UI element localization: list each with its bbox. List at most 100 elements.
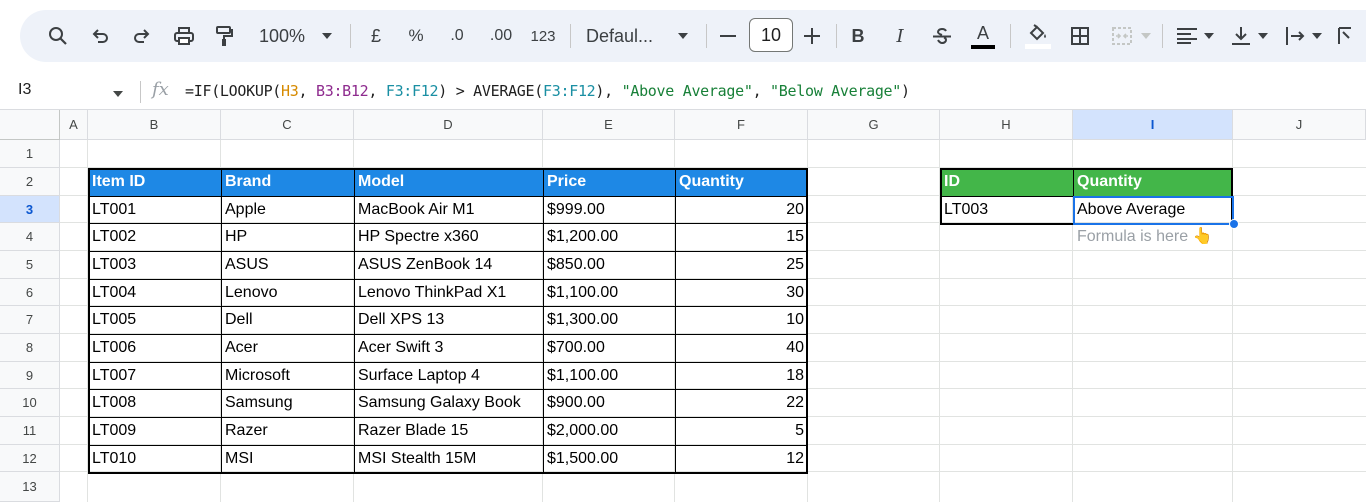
table-header-cell[interactable]: Price [543, 168, 675, 196]
table-cell[interactable]: LT010 [88, 445, 221, 472]
table-cell[interactable]: $700.00 [543, 334, 675, 362]
table-cell[interactable]: ASUS ZenBook 14 [354, 251, 543, 279]
row-header-1[interactable]: 1 [0, 140, 60, 168]
table-cell[interactable]: LT005 [88, 306, 221, 334]
table-cell[interactable]: Dell XPS 13 [354, 306, 543, 334]
row-header-12[interactable]: 12 [0, 445, 60, 472]
select-all-corner[interactable] [0, 110, 60, 140]
percent-format-button[interactable]: % [404, 10, 428, 62]
text-wrapping-dropdown-icon[interactable] [1310, 10, 1324, 62]
table-cell[interactable]: 10 [675, 306, 808, 334]
table-cell[interactable]: 12 [675, 445, 808, 472]
zoom-select[interactable]: 100% [252, 10, 312, 62]
text-color-button[interactable]: A [968, 10, 998, 62]
table-cell[interactable]: Samsung [221, 389, 354, 417]
table-cell[interactable]: 5 [675, 417, 808, 445]
font-family-select[interactable]: Defaul... [586, 10, 664, 62]
search-icon[interactable] [44, 10, 72, 62]
column-header-j[interactable]: J [1233, 110, 1366, 140]
text-wrapping-icon[interactable] [1282, 10, 1308, 62]
column-header-g[interactable]: G [808, 110, 940, 140]
row-header-9[interactable]: 9 [0, 362, 60, 389]
column-header-e[interactable]: E [543, 110, 675, 140]
table-cell[interactable]: Surface Laptop 4 [354, 362, 543, 389]
table-cell[interactable]: 15 [675, 223, 808, 251]
table-cell[interactable]: 25 [675, 251, 808, 279]
horizontal-align-dropdown-icon[interactable] [1202, 10, 1216, 62]
lookup-id-cell[interactable]: LT003 [940, 196, 1073, 223]
font-size-input[interactable]: 10 [749, 18, 793, 52]
table-cell[interactable]: HP [221, 223, 354, 251]
more-options-icon[interactable] [1332, 10, 1358, 62]
table-cell[interactable]: Razer [221, 417, 354, 445]
table-cell[interactable]: Apple [221, 196, 354, 223]
row-header-6[interactable]: 6 [0, 279, 60, 306]
formula-input[interactable]: =IF(LOOKUP(H3, B3:B12, F3:F12) > AVERAGE… [185, 82, 910, 100]
undo-icon[interactable] [86, 10, 114, 62]
decrease-font-size-icon[interactable] [716, 10, 740, 62]
row-header-11[interactable]: 11 [0, 417, 60, 445]
table-cell[interactable]: Samsung Galaxy Book [354, 389, 543, 417]
currency-format-button[interactable]: £ [364, 10, 388, 62]
merge-dropdown-icon[interactable] [1138, 10, 1154, 62]
row-header-2[interactable]: 2 [0, 168, 60, 196]
table-cell[interactable]: HP Spectre x360 [354, 223, 543, 251]
table-cell[interactable]: Acer [221, 334, 354, 362]
table-cell[interactable]: $1,500.00 [543, 445, 675, 472]
table-cell[interactable]: 22 [675, 389, 808, 417]
decrease-decimal-button[interactable]: .0 [442, 10, 472, 62]
italic-button[interactable]: I [888, 10, 912, 62]
vertical-align-dropdown-icon[interactable] [1256, 10, 1270, 62]
table-cell[interactable]: $999.00 [543, 196, 675, 223]
number-format-button[interactable]: 123 [526, 10, 560, 62]
row-header-13[interactable]: 13 [0, 472, 60, 502]
borders-icon[interactable] [1066, 10, 1094, 62]
table-cell[interactable]: LT009 [88, 417, 221, 445]
table-cell[interactable]: Razer Blade 15 [354, 417, 543, 445]
row-header-7[interactable]: 7 [0, 306, 60, 334]
column-header-a[interactable]: A [60, 110, 88, 140]
lookup-header-quantity[interactable]: Quantity [1073, 168, 1233, 196]
horizontal-align-icon[interactable] [1174, 10, 1200, 62]
font-dropdown-icon[interactable] [674, 10, 692, 62]
table-cell[interactable]: 20 [675, 196, 808, 223]
table-header-cell[interactable]: Item ID [88, 168, 221, 196]
table-cell[interactable]: $1,100.00 [543, 362, 675, 389]
table-cell[interactable]: MSI [221, 445, 354, 472]
table-cell[interactable]: Acer Swift 3 [354, 334, 543, 362]
zoom-dropdown-icon[interactable] [318, 10, 336, 62]
table-header-cell[interactable]: Brand [221, 168, 354, 196]
table-cell[interactable]: LT003 [88, 251, 221, 279]
table-cell[interactable]: $900.00 [543, 389, 675, 417]
table-cell[interactable]: $1,200.00 [543, 223, 675, 251]
table-cell[interactable]: Lenovo ThinkPad X1 [354, 279, 543, 306]
table-cell[interactable]: 18 [675, 362, 808, 389]
table-cell[interactable]: LT007 [88, 362, 221, 389]
table-cell[interactable]: 40 [675, 334, 808, 362]
column-header-h[interactable]: H [940, 110, 1073, 140]
table-cell[interactable]: LT001 [88, 196, 221, 223]
row-header-4[interactable]: 4 [0, 223, 60, 251]
vertical-align-icon[interactable] [1228, 10, 1254, 62]
row-header-3[interactable]: 3 [0, 196, 60, 223]
column-header-c[interactable]: C [221, 110, 354, 140]
table-cell[interactable]: Microsoft [221, 362, 354, 389]
lookup-result-cell[interactable]: Above Average [1073, 196, 1233, 223]
column-header-b[interactable]: B [88, 110, 221, 140]
column-header-f[interactable]: F [675, 110, 808, 140]
name-box[interactable]: I3 [18, 81, 31, 99]
table-cell[interactable]: ASUS [221, 251, 354, 279]
table-cell[interactable]: LT006 [88, 334, 221, 362]
increase-font-size-icon[interactable] [800, 10, 824, 62]
lookup-header-id[interactable]: ID [940, 168, 1073, 196]
table-cell[interactable]: $1,300.00 [543, 306, 675, 334]
table-cell[interactable]: Lenovo [221, 279, 354, 306]
table-cell[interactable]: MacBook Air M1 [354, 196, 543, 223]
column-header-d[interactable]: D [354, 110, 543, 140]
table-cell[interactable]: $1,100.00 [543, 279, 675, 306]
increase-decimal-button[interactable]: .00 [484, 10, 518, 62]
table-cell[interactable]: 30 [675, 279, 808, 306]
print-icon[interactable] [170, 10, 198, 62]
table-cell[interactable]: $850.00 [543, 251, 675, 279]
row-header-8[interactable]: 8 [0, 334, 60, 362]
